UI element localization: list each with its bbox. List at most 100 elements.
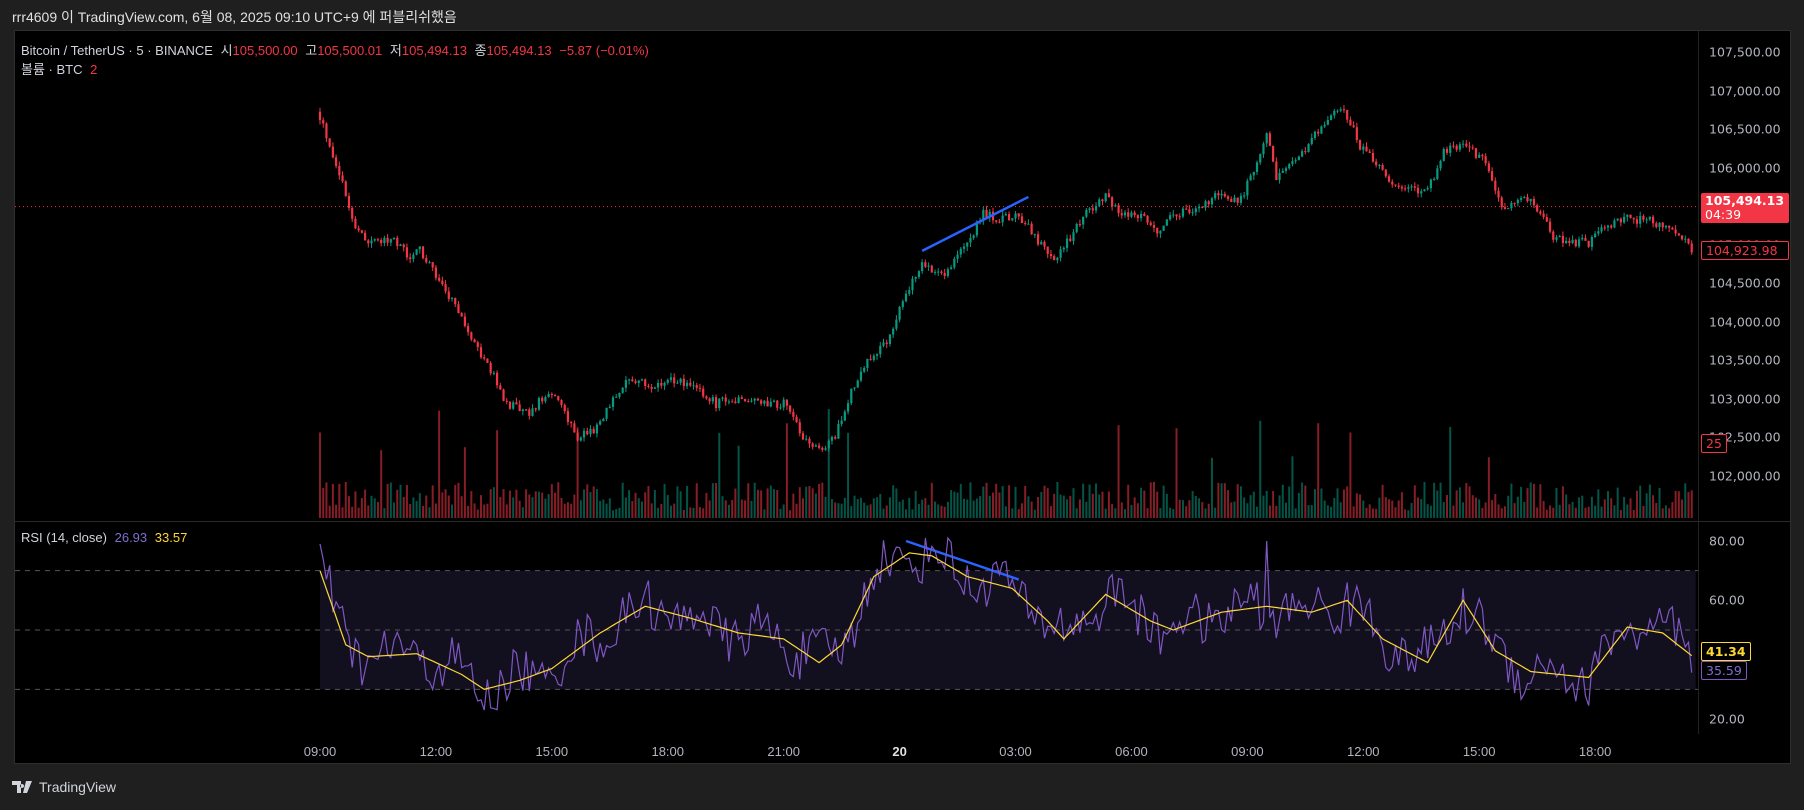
candle-body — [789, 405, 792, 412]
candle-body — [1674, 229, 1677, 234]
volume-bar — [1146, 508, 1149, 518]
volume-bar — [1326, 505, 1329, 518]
rsi-legend: RSI (14, close) 26.93 33.57 — [21, 530, 191, 545]
volume-bar — [322, 488, 325, 518]
candle-body — [470, 332, 473, 340]
candle-body — [360, 230, 363, 233]
candle-body — [1391, 181, 1394, 185]
candle-body — [824, 448, 827, 450]
volume-bar — [792, 493, 795, 518]
volume-bar — [785, 423, 788, 518]
volume-bar — [963, 498, 965, 518]
candle-body — [679, 378, 682, 383]
candle-body — [1523, 197, 1526, 199]
candle-body — [1207, 201, 1210, 205]
volume-tag: 25 — [1701, 434, 1727, 453]
volume-bar — [1568, 504, 1571, 518]
volume-bar — [892, 485, 895, 518]
volume-bar — [1133, 497, 1136, 518]
candle-body — [550, 393, 553, 396]
candle-body — [354, 218, 357, 229]
time-axis-label: 15:00 — [535, 744, 569, 759]
candle-body — [1558, 235, 1561, 238]
candle-body — [1120, 213, 1123, 216]
candle-body — [615, 396, 618, 398]
candle-body — [1004, 214, 1007, 216]
volume-bar — [612, 510, 615, 518]
prev-price-tag: 104,923.98 — [1701, 240, 1789, 260]
tradingview-logo[interactable]: TradingView — [12, 779, 116, 795]
volume-bar — [1101, 491, 1104, 518]
candle-body — [1600, 227, 1603, 232]
close-value: 105,494.13 — [486, 43, 552, 58]
volume-label[interactable]: 볼륨 · BTC — [21, 62, 82, 77]
candle-body — [1519, 198, 1523, 200]
candle-body — [502, 389, 505, 401]
volume-bar — [360, 498, 363, 518]
candle-body — [689, 382, 692, 386]
candle-body — [1246, 180, 1249, 196]
volume-bar — [518, 500, 521, 518]
candle-body — [875, 354, 879, 356]
candle-body — [1616, 218, 1619, 221]
volume-bar — [1381, 484, 1384, 518]
candle-body — [895, 319, 898, 329]
volume-bar — [1027, 496, 1030, 518]
volume-bar — [502, 489, 505, 518]
volume-bar — [1532, 483, 1535, 518]
volume-bar — [1652, 495, 1655, 518]
volume-bar — [966, 499, 969, 518]
candle-body — [489, 362, 492, 374]
candle-body — [901, 301, 904, 307]
volume-bar — [515, 489, 518, 518]
volume-bar — [1671, 502, 1674, 518]
candle-body — [869, 358, 872, 360]
candle-body — [737, 397, 740, 403]
candle-body — [1690, 243, 1693, 253]
candle-body — [695, 385, 698, 388]
volume-bar — [1066, 499, 1069, 518]
volume-bar — [547, 494, 550, 518]
volume-bar — [1330, 506, 1333, 518]
symbol-name[interactable]: Bitcoin / TetherUS · 5 · BINANCE — [21, 43, 213, 58]
volume-bar — [1423, 481, 1426, 518]
volume-bar — [1017, 509, 1020, 518]
candle-body — [1490, 171, 1494, 181]
candle-body — [1043, 241, 1046, 247]
volume-bar — [508, 490, 511, 518]
candle-body — [544, 397, 547, 402]
volume-bar — [1661, 508, 1664, 518]
price-axis[interactable]: 107,500.00 107,000.00 106,500.00 106,000.00… — [1698, 31, 1791, 734]
volume-bar — [1471, 495, 1474, 518]
candle-body — [866, 358, 869, 368]
candle-body — [1317, 131, 1320, 134]
volume-bar — [1207, 503, 1210, 518]
volume-bar — [402, 497, 405, 518]
volume-bar — [840, 503, 843, 518]
volume-bar — [1552, 507, 1555, 518]
volume-bar — [930, 482, 933, 518]
candle-body — [1191, 212, 1194, 214]
candle-body — [1442, 148, 1445, 161]
candle-body — [1262, 143, 1265, 155]
volume-bar — [789, 510, 792, 518]
chart-frame[interactable]: Bitcoin / TetherUS · 5 · BINANCE 시105,50… — [14, 30, 1792, 764]
volume-bar — [415, 501, 418, 518]
volume-bar — [583, 489, 586, 518]
chart-plot[interactable] — [15, 31, 1698, 734]
volume-bar — [480, 495, 482, 518]
pane-divider[interactable] — [15, 521, 1792, 522]
last-price-tag: 105,494.13 04:39 — [1701, 192, 1789, 223]
volume-bar — [544, 498, 547, 518]
volume-bar — [1217, 482, 1220, 518]
candle-body — [1632, 218, 1635, 220]
volume-bar — [628, 490, 631, 518]
volume-bar — [731, 500, 734, 518]
price-axis-label: 107,500.00 — [1709, 44, 1781, 60]
rsi-label[interactable]: RSI (14, close) — [21, 530, 107, 545]
volume-bar — [850, 506, 853, 518]
volume-bar — [905, 509, 908, 518]
candle-body — [795, 416, 798, 423]
candle-body — [1313, 131, 1317, 138]
volume-bar — [1539, 484, 1542, 518]
